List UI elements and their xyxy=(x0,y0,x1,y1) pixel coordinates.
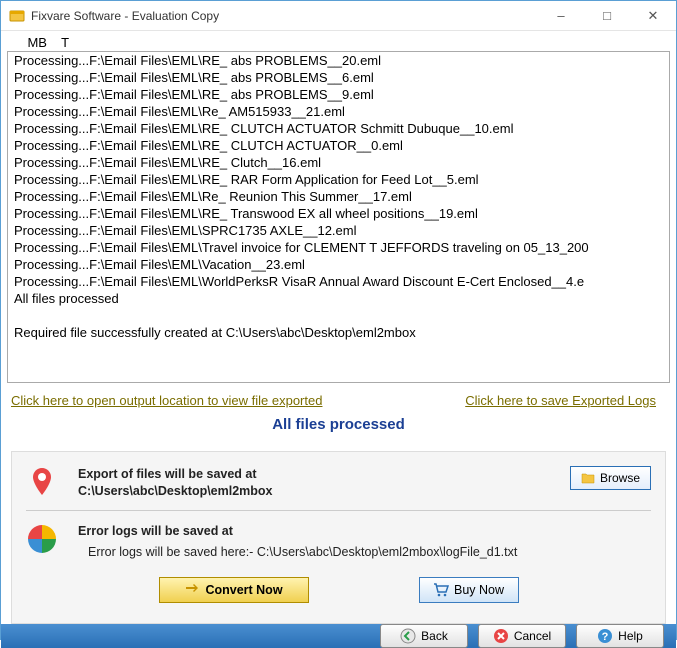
log-header-clip: MB T xyxy=(7,35,670,51)
cancel-label: Cancel xyxy=(514,629,551,643)
titlebar: Fixvare Software - Evaluation Copy – □ ✕ xyxy=(1,1,676,31)
log-line: Required file successfully created at C:… xyxy=(14,324,669,341)
log-line: Processing...F:\Email Files\EML\Re_ AM51… xyxy=(14,103,669,120)
svg-text:?: ? xyxy=(602,631,609,643)
log-line: Processing...F:\Email Files\EML\RE_ Tran… xyxy=(14,205,669,222)
convert-now-button[interactable]: Convert Now xyxy=(159,577,309,603)
divider xyxy=(26,510,651,511)
help-label: Help xyxy=(618,629,643,643)
convert-icon xyxy=(184,582,200,598)
save-logs-link[interactable]: Click here to save Exported Logs xyxy=(465,393,656,408)
links-row: Click here to open output location to vi… xyxy=(7,383,670,412)
errorlog-path: Error logs will be saved here:- C:\Users… xyxy=(78,540,651,561)
back-arrow-icon xyxy=(400,628,416,644)
log-line: Processing...F:\Email Files\EML\RE_ abs … xyxy=(14,69,669,86)
log-line xyxy=(14,307,669,324)
footer-bar: Back Cancel ? Help xyxy=(1,624,676,648)
log-line: Processing...F:\Email Files\EML\RE_ abs … xyxy=(14,86,669,103)
cart-icon xyxy=(433,582,449,598)
folder-icon xyxy=(581,471,595,485)
settings-panel: Export of files will be saved at C:\User… xyxy=(11,451,666,624)
status-message: All files processed xyxy=(7,412,670,451)
content-area: MB T Processing...F:\Email Files\EML\RE_… xyxy=(1,31,676,624)
export-text: Export of files will be saved at C:\User… xyxy=(78,466,570,500)
maximize-button[interactable]: □ xyxy=(584,1,630,31)
log-line: All files processed xyxy=(14,290,669,307)
buy-label: Buy Now xyxy=(454,583,504,597)
log-line: Processing...F:\Email Files\EML\Vacation… xyxy=(14,256,669,273)
errorlog-row: Error logs will be saved at Error logs w… xyxy=(26,523,651,561)
export-path: C:\Users\abc\Desktop\eml2mbox xyxy=(78,483,570,500)
back-button[interactable]: Back xyxy=(380,624,468,648)
log-line: Processing...F:\Email Files\EML\Travel i… xyxy=(14,239,669,256)
errorlog-label: Error logs will be saved at xyxy=(78,523,651,540)
log-line: Processing...F:\Email Files\EML\Re_ Reun… xyxy=(14,188,669,205)
export-label: Export of files will be saved at xyxy=(78,466,570,483)
processing-log[interactable]: Processing...F:\Email Files\EML\RE_ abs … xyxy=(7,51,670,383)
export-row: Export of files will be saved at C:\User… xyxy=(26,466,651,500)
log-line: Processing...F:\Email Files\EML\WorldPer… xyxy=(14,273,669,290)
close-button[interactable]: ✕ xyxy=(630,1,676,31)
log-line: Processing...F:\Email Files\EML\RE_ CLUT… xyxy=(14,137,669,154)
log-line: Processing...F:\Email Files\EML\RE_ CLUT… xyxy=(14,120,669,137)
pie-chart-icon xyxy=(26,523,58,555)
log-line: Processing...F:\Email Files\EML\RE_ abs … xyxy=(14,52,669,69)
help-button[interactable]: ? Help xyxy=(576,624,664,648)
log-line: Processing...F:\Email Files\EML\RE_ RAR … xyxy=(14,171,669,188)
errorlog-text: Error logs will be saved at Error logs w… xyxy=(78,523,651,561)
buy-now-button[interactable]: Buy Now xyxy=(419,577,519,603)
app-window: Fixvare Software - Evaluation Copy – □ ✕… xyxy=(0,0,677,640)
location-pin-icon xyxy=(26,466,58,498)
log-line: Processing...F:\Email Files\EML\RE_ Clut… xyxy=(14,154,669,171)
open-output-link[interactable]: Click here to open output location to vi… xyxy=(11,393,322,408)
browse-label: Browse xyxy=(600,471,640,485)
cancel-icon xyxy=(493,628,509,644)
browse-button[interactable]: Browse xyxy=(570,466,651,490)
cancel-button[interactable]: Cancel xyxy=(478,624,566,648)
convert-label: Convert Now xyxy=(205,583,282,597)
app-icon xyxy=(9,8,25,24)
minimize-button[interactable]: – xyxy=(538,1,584,31)
help-icon: ? xyxy=(597,628,613,644)
back-label: Back xyxy=(421,629,448,643)
window-title: Fixvare Software - Evaluation Copy xyxy=(31,9,538,23)
action-row: Convert Now Buy Now xyxy=(26,571,651,613)
log-line: Processing...F:\Email Files\EML\SPRC1735… xyxy=(14,222,669,239)
